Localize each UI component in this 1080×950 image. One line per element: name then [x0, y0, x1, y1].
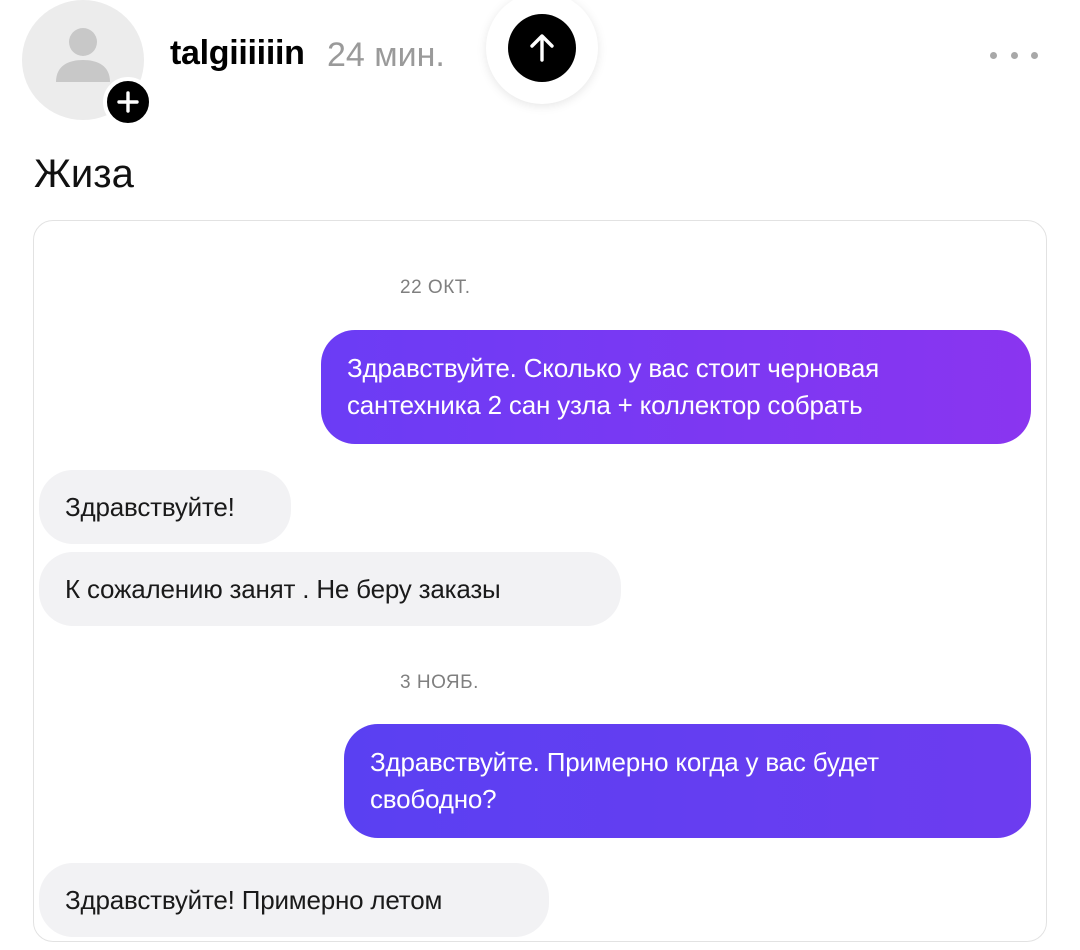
- message-text: Здравствуйте. Примерно когда у вас будет…: [370, 747, 879, 814]
- more-options-button[interactable]: [990, 40, 1038, 70]
- message-text: Здравствуйте!: [65, 491, 235, 522]
- date-separator: 3 НОЯБ.: [400, 672, 479, 693]
- message-text: К сожалению занят . Не беру заказы: [65, 573, 501, 604]
- ellipsis-icon: [990, 51, 997, 59]
- outgoing-message: Здравствуйте. Сколько у вас стоит чернов…: [321, 330, 1031, 444]
- date-separator: 22 ОКТ.: [400, 277, 471, 298]
- scroll-top-button[interactable]: [508, 14, 576, 82]
- post-text: Жиза: [34, 152, 134, 196]
- plus-icon: [117, 91, 139, 113]
- incoming-message: Здравствуйте! Примерно летом: [39, 863, 549, 937]
- follow-button[interactable]: [103, 77, 153, 127]
- username[interactable]: talgiiiiiin: [170, 34, 305, 73]
- message-text: Здравствуйте! Примерно летом: [65, 884, 443, 915]
- incoming-message: Здравствуйте!: [39, 470, 291, 544]
- message-text: Здравствуйте. Сколько у вас стоит чернов…: [347, 353, 880, 420]
- attached-image[interactable]: 22 ОКТ. Здравствуйте. Сколько у вас стои…: [33, 220, 1047, 942]
- timestamp: 24 мин.: [327, 36, 445, 74]
- incoming-message: К сожалению занят . Не беру заказы: [39, 552, 621, 626]
- arrow-up-icon: [530, 34, 554, 62]
- scroll-top-control[interactable]: [486, 0, 598, 104]
- outgoing-message: Здравствуйте. Примерно когда у вас будет…: [344, 724, 1031, 838]
